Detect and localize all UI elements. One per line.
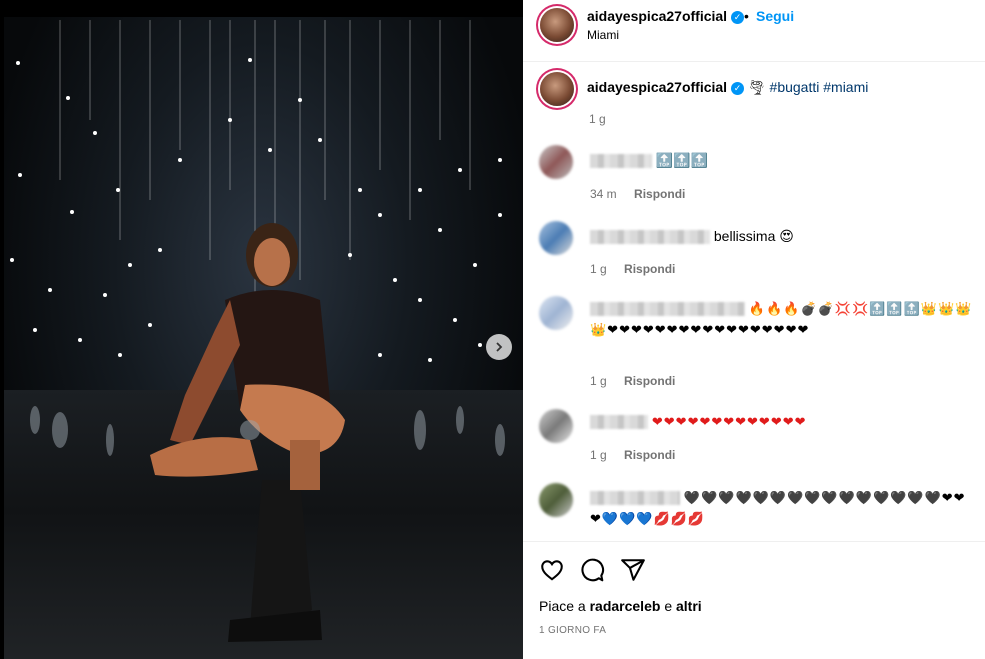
comment-time: 1 g: [590, 262, 607, 276]
comment-avatar[interactable]: [539, 296, 573, 330]
post-photo: [0, 0, 523, 659]
chevron-right-icon: [496, 342, 503, 352]
verified-icon: ✓: [730, 10, 744, 24]
comment-time: 1 g: [590, 374, 607, 388]
caption-username[interactable]: aidayespica27official: [587, 79, 727, 95]
caption-emoji: 🌪: [747, 79, 766, 95]
reply-button[interactable]: Rispondi: [624, 374, 675, 388]
comment-text-1: 🔝🔝🔝: [590, 150, 975, 170]
blurred-username[interactable]: [590, 230, 710, 245]
header-divider: [523, 61, 985, 62]
blurred-username[interactable]: [590, 491, 680, 506]
photo-frame-left: [0, 0, 4, 659]
comment-avatar[interactable]: [539, 409, 573, 443]
blurred-username[interactable]: [590, 154, 652, 169]
post-side-panel: aidayespica27official ✓ • Segui Miami ai…: [523, 0, 985, 659]
reply-button[interactable]: Rispondi: [624, 448, 675, 462]
likes-others[interactable]: altri: [676, 598, 702, 614]
comment-content: bellissima 😍: [713, 228, 794, 244]
comment-text-4: ❤❤❤❤❤❤❤❤❤❤❤❤❤: [590, 411, 975, 432]
rain-lights-decoration: [10, 20, 505, 642]
verified-icon: ✓: [730, 81, 744, 95]
likes-prefix: Piace a: [539, 598, 586, 614]
caption-hashtags[interactable]: #bugatti #miami: [770, 79, 869, 95]
blurred-username[interactable]: [590, 302, 745, 317]
caption-time: 1 g: [589, 112, 606, 126]
caption-avatar[interactable]: [540, 72, 574, 106]
comment-avatar[interactable]: [539, 483, 573, 517]
post-caption: aidayespica27official ✓ 🌪 #bugatti #miam…: [587, 79, 868, 96]
comment-meta-2: 1 g Rispondi: [590, 262, 675, 276]
share-icon[interactable]: [620, 557, 646, 583]
likes-conj: e: [664, 598, 673, 614]
author-avatar[interactable]: [540, 8, 574, 42]
comment-icon[interactable]: [579, 557, 605, 583]
post-location[interactable]: Miami: [587, 28, 619, 42]
comment-time: 1 g: [590, 448, 607, 462]
heart-icon[interactable]: [539, 557, 565, 583]
likes-user[interactable]: radarceleb: [590, 598, 661, 614]
comment-meta-4: 1 g Rispondi: [590, 448, 675, 462]
blurred-username[interactable]: [590, 415, 648, 430]
comment-meta-3: 1 g Rispondi: [590, 374, 675, 388]
photo-frame-top: [0, 0, 523, 17]
comment-content: 🔝🔝🔝: [655, 152, 709, 168]
comment-content: ❤❤❤❤❤❤❤❤❤❤❤❤❤: [651, 414, 807, 429]
author-username[interactable]: aidayespica27official: [587, 8, 727, 24]
reply-button[interactable]: Rispondi: [634, 187, 685, 201]
comment-text-2: bellissima 😍: [590, 226, 975, 246]
next-photo-button[interactable]: [486, 334, 512, 360]
comments-divider: [523, 541, 985, 542]
comment-time: 34 m: [590, 187, 617, 201]
comment-avatar[interactable]: [539, 221, 573, 255]
header-separator: •: [744, 8, 749, 24]
post-header-user: aidayespica27official ✓: [587, 8, 744, 24]
reply-button[interactable]: Rispondi: [624, 262, 675, 276]
follow-button[interactable]: Segui: [756, 8, 794, 24]
comment-text-3: 🔥🔥🔥💣💣💢💢🔝🔝🔝👑👑👑👑❤❤❤❤❤❤❤❤❤❤❤❤❤❤❤❤❤: [590, 298, 975, 340]
comment-avatar[interactable]: [539, 145, 573, 179]
likes-summary: Piace a radarceleb e altri: [539, 598, 702, 614]
comment-meta-1: 34 m Rispondi: [590, 187, 685, 201]
post-date: 1 GIORNO FA: [539, 625, 607, 636]
comment-text-5: 🖤🖤🖤🖤🖤🖤🖤🖤🖤🖤🖤🖤🖤🖤🖤❤❤❤💙💙💙💋💋💋: [590, 487, 975, 529]
